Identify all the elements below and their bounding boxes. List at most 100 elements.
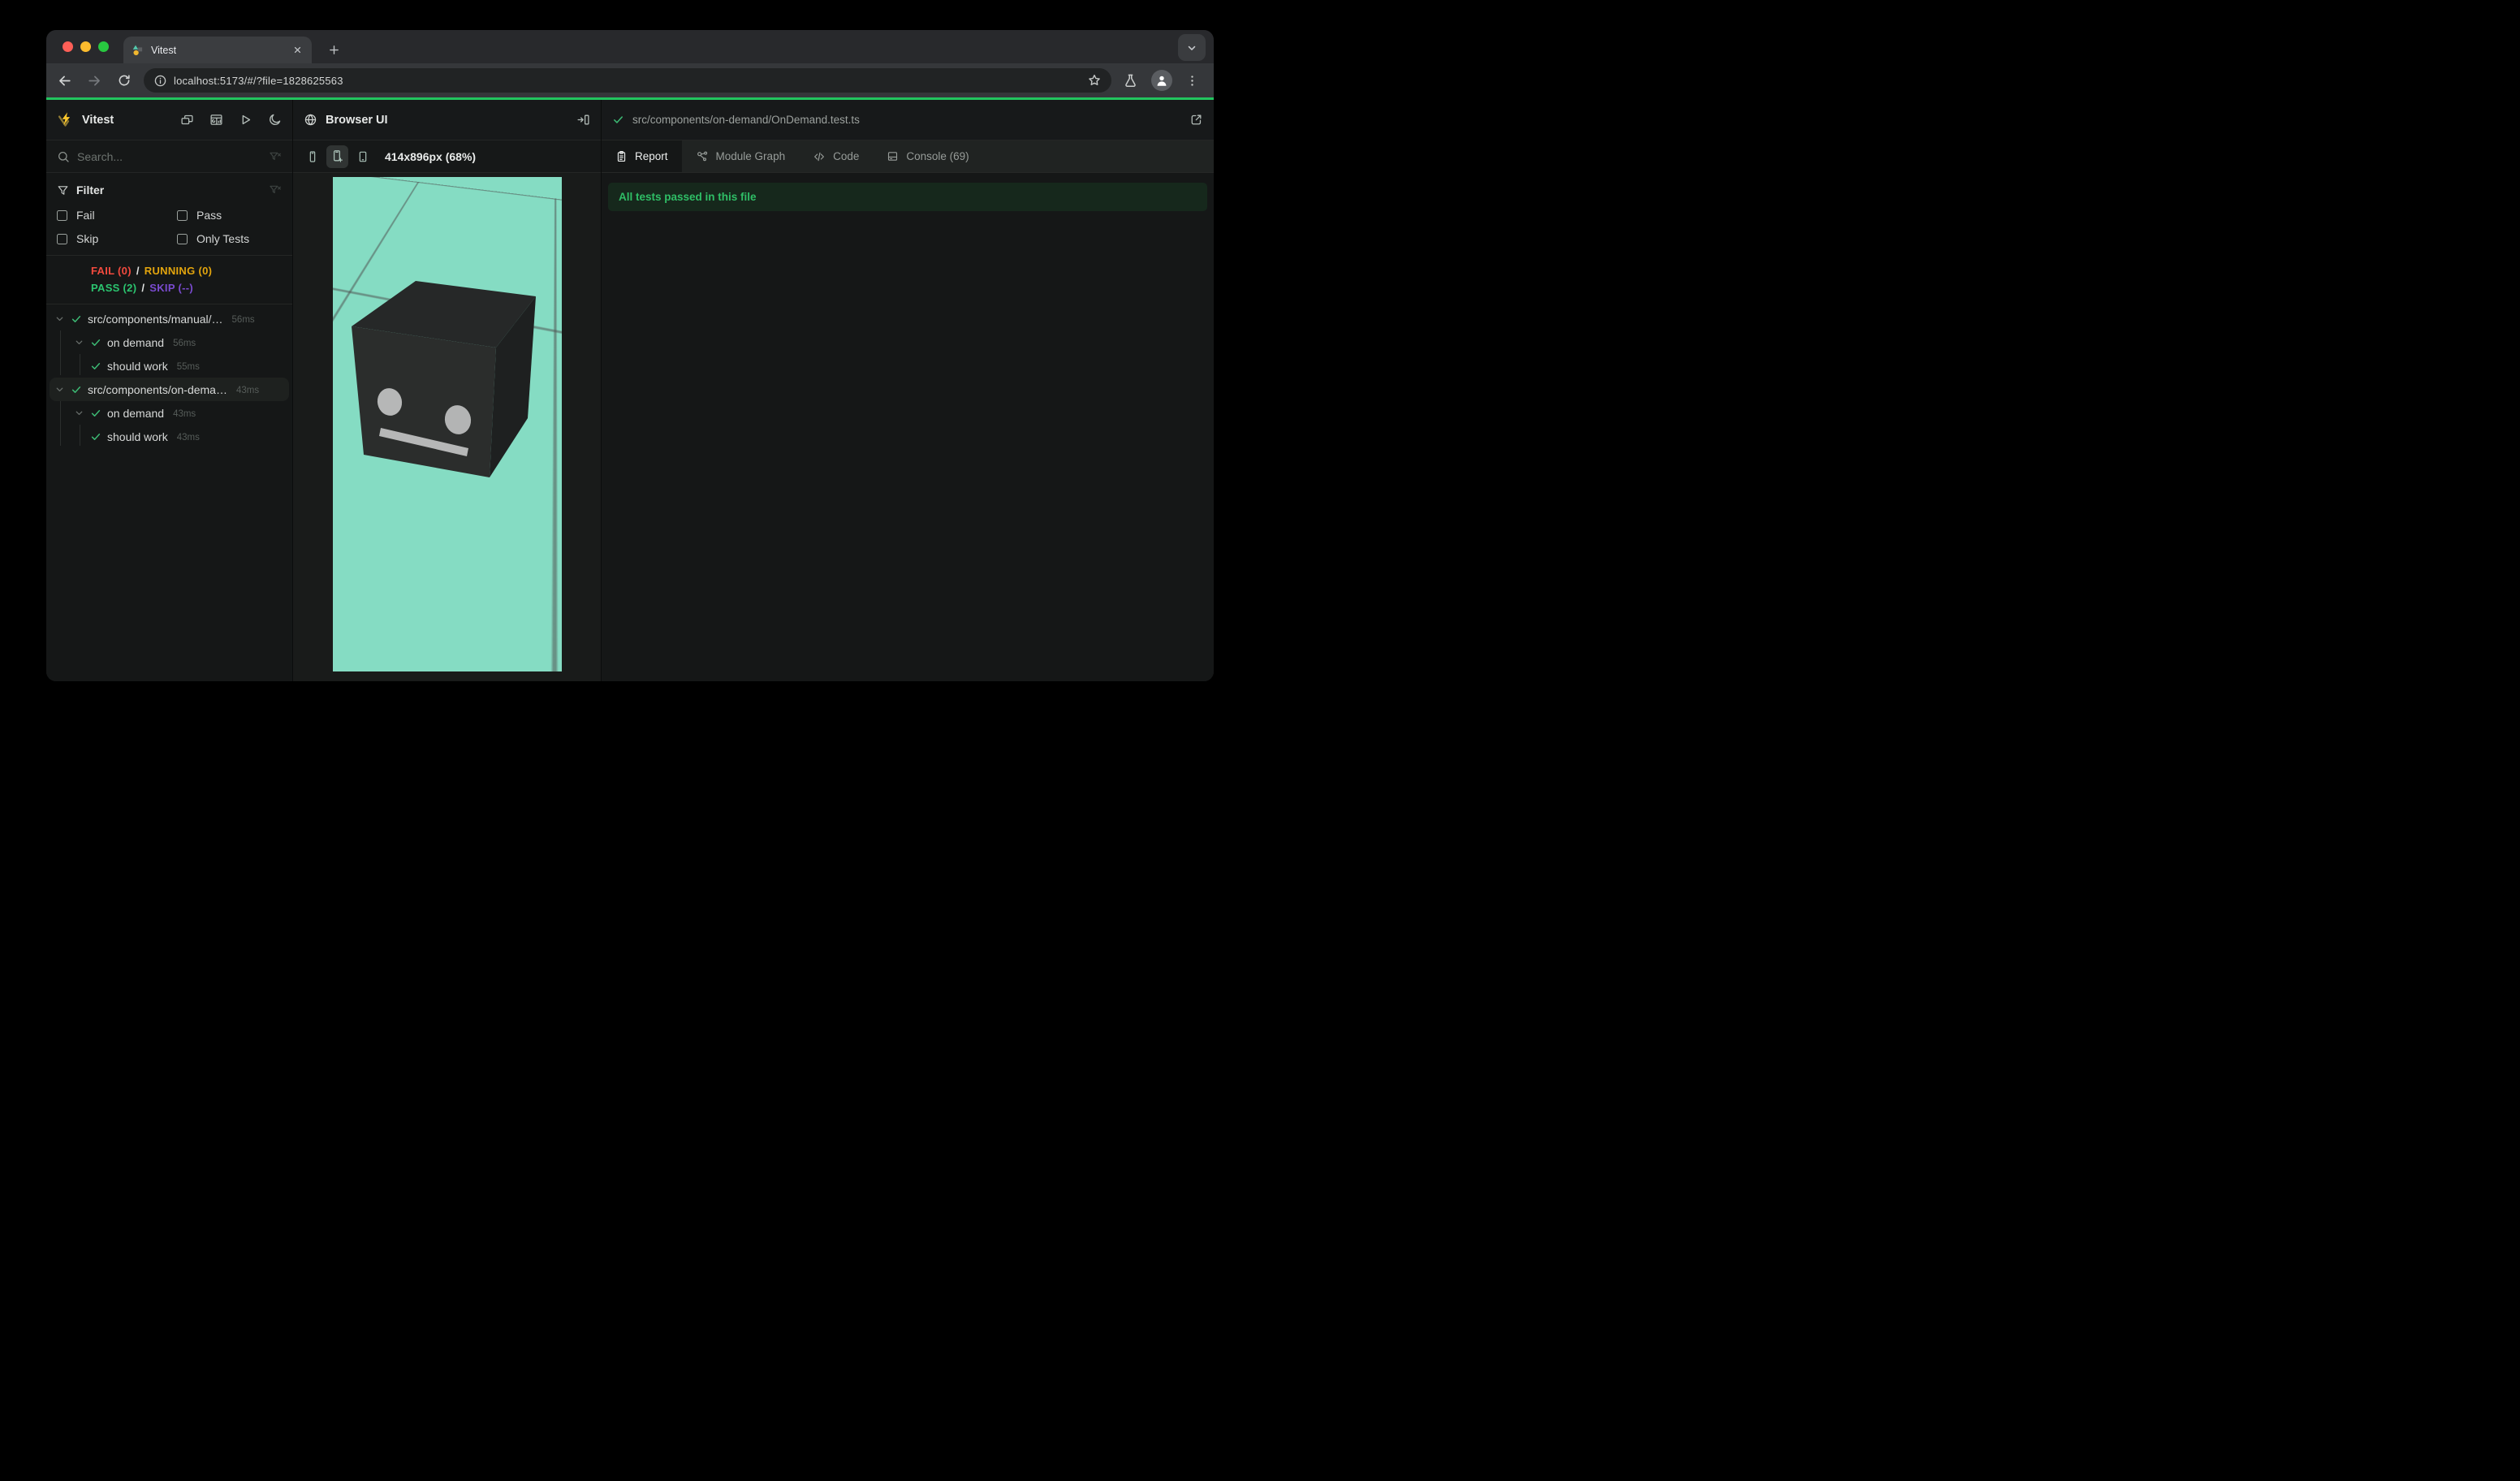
filter-option-pass[interactable]: Pass — [177, 209, 282, 222]
run-all-icon[interactable] — [239, 113, 252, 127]
open-file-path: src/components/on-demand/OnDemand.test.t… — [632, 114, 860, 126]
vitest-ui: Vitest Search... Filter Fail Pass Skip O… — [46, 100, 1214, 681]
report-panel: src/components/on-demand/OnDemand.test.t… — [602, 100, 1214, 681]
dock-panel-icon[interactable] — [576, 113, 590, 127]
tab-console[interactable]: Console (69) — [873, 140, 982, 172]
check-icon — [90, 408, 101, 419]
back-icon[interactable] — [52, 68, 76, 93]
search-input[interactable]: Search... — [77, 150, 261, 163]
filter-section: Filter Fail Pass Skip Only Tests — [46, 173, 292, 256]
site-info-icon[interactable] — [153, 74, 167, 88]
sidebar: Vitest Search... Filter Fail Pass Skip O… — [46, 100, 293, 681]
windows-icon[interactable] — [180, 113, 194, 127]
search-row: Search... — [46, 140, 292, 173]
code-icon — [813, 150, 826, 163]
external-link-icon[interactable] — [1189, 113, 1203, 127]
tab-close-icon[interactable] — [291, 44, 304, 57]
chevron-down-icon[interactable] — [74, 408, 84, 418]
fail-count[interactable]: FAIL (0) — [91, 262, 132, 279]
file-pass-check-icon — [612, 114, 624, 126]
tab-report[interactable]: Report — [602, 140, 682, 172]
filter-option-only-tests[interactable]: Only Tests — [177, 232, 282, 245]
url-text[interactable]: localhost:5173/#/?file=1828625563 — [174, 75, 1081, 87]
new-tab-button[interactable] — [322, 38, 345, 61]
tree-row-test[interactable]: should work 55ms — [50, 354, 289, 378]
reload-icon[interactable] — [112, 68, 136, 93]
minimize-window-button[interactable] — [80, 41, 91, 52]
browser-window: Vitest localhost:5173/#/?file=1828625563… — [46, 30, 1214, 681]
clipboard-icon — [615, 150, 628, 162]
address-bar[interactable]: localhost:5173/#/?file=1828625563 — [144, 68, 1111, 93]
browser-ui-title: Browser UI — [326, 113, 388, 127]
browser-tab[interactable]: Vitest — [123, 37, 312, 63]
skip-count[interactable]: SKIP (--) — [149, 279, 193, 296]
filter-option-fail[interactable]: Fail — [57, 209, 177, 222]
report-tabs: Report Module Graph Code Console (69) — [602, 140, 1214, 173]
screen: Vitest localhost:5173/#/?file=1828625563… — [0, 0, 1260, 740]
dashboard-icon[interactable] — [209, 113, 223, 127]
flask-icon[interactable] — [1123, 73, 1138, 89]
filter-option-skip[interactable]: Skip — [57, 232, 177, 245]
chevron-down-icon[interactable] — [54, 313, 65, 324]
device-viewport[interactable] — [332, 177, 562, 671]
app-title: Vitest — [82, 113, 114, 127]
funnel-icon — [57, 184, 69, 196]
tab-code[interactable]: Code — [799, 140, 873, 172]
browser-ui-panel: Browser UI 414x896px (68%) — [293, 100, 602, 681]
tree-row-test[interactable]: should work 43ms — [50, 425, 289, 448]
console-icon — [887, 150, 899, 162]
robot-cube — [351, 281, 536, 477]
menu-icon[interactable] — [1185, 74, 1199, 88]
check-icon — [90, 337, 101, 348]
dark-mode-icon[interactable] — [268, 113, 282, 127]
tablet-icon[interactable] — [352, 145, 373, 168]
tree-row-suite[interactable]: on demand 43ms — [50, 401, 289, 425]
phone-narrow-icon[interactable] — [301, 145, 323, 168]
module-graph-icon — [696, 150, 709, 163]
search-icon — [57, 150, 70, 163]
vitest-favicon — [132, 44, 144, 56]
tree-row-suite[interactable]: on demand 56ms — [50, 330, 289, 354]
check-icon — [71, 384, 82, 395]
checkbox-skip[interactable] — [57, 233, 67, 244]
forward-icon[interactable] — [82, 68, 106, 93]
device-toolbar: 414x896px (68%) — [293, 140, 601, 173]
browser-ui-header: Browser UI — [293, 100, 601, 140]
sidebar-header: Vitest — [46, 100, 292, 140]
tab-search-button[interactable] — [1178, 34, 1206, 61]
close-window-button[interactable] — [63, 41, 73, 52]
filter-clear-icon[interactable] — [269, 184, 282, 196]
tab-title: Vitest — [151, 44, 177, 56]
checkbox-pass[interactable] — [177, 209, 188, 221]
vitest-progress-bar — [46, 97, 1214, 100]
chevron-down-icon[interactable] — [54, 384, 65, 395]
filter-x-icon[interactable] — [269, 150, 282, 163]
check-icon — [71, 313, 82, 325]
test-summary: FAIL (0) / RUNNING (0) PASS (2) / SKIP (… — [46, 256, 292, 304]
browser-toolbar: localhost:5173/#/?file=1828625563 — [46, 63, 1214, 97]
checkbox-fail[interactable] — [57, 209, 67, 221]
filter-title: Filter — [76, 184, 105, 196]
zoom-window-button[interactable] — [98, 41, 109, 52]
report-header: src/components/on-demand/OnDemand.test.t… — [602, 100, 1214, 140]
checkbox-only-tests[interactable] — [177, 233, 188, 244]
vitest-logo-icon — [57, 111, 74, 128]
chevron-down-icon[interactable] — [74, 337, 84, 348]
window-controls — [63, 41, 109, 52]
test-tree: src/components/manual/… 56ms on demand 5… — [46, 304, 292, 681]
check-icon — [90, 431, 101, 443]
tab-strip: Vitest — [46, 30, 1214, 63]
running-count[interactable]: RUNNING (0) — [145, 262, 212, 279]
pass-count[interactable]: PASS (2) — [91, 279, 136, 296]
tree-row-file-selected[interactable]: src/components/on-dema… 43ms — [50, 378, 289, 401]
tree-row-file[interactable]: src/components/manual/… 56ms — [50, 307, 289, 330]
bookmark-star-icon[interactable] — [1087, 73, 1102, 88]
toolbar-right-icons — [1123, 70, 1199, 91]
viewport-size-label[interactable]: 414x896px (68%) — [385, 150, 476, 163]
phone-add-icon[interactable] — [326, 145, 348, 168]
report-content: All tests passed in this file — [602, 173, 1214, 681]
profile-icon[interactable] — [1151, 70, 1172, 91]
tab-module-graph[interactable]: Module Graph — [682, 140, 800, 172]
all-tests-passed-banner: All tests passed in this file — [608, 183, 1207, 211]
globe-icon — [304, 113, 317, 127]
